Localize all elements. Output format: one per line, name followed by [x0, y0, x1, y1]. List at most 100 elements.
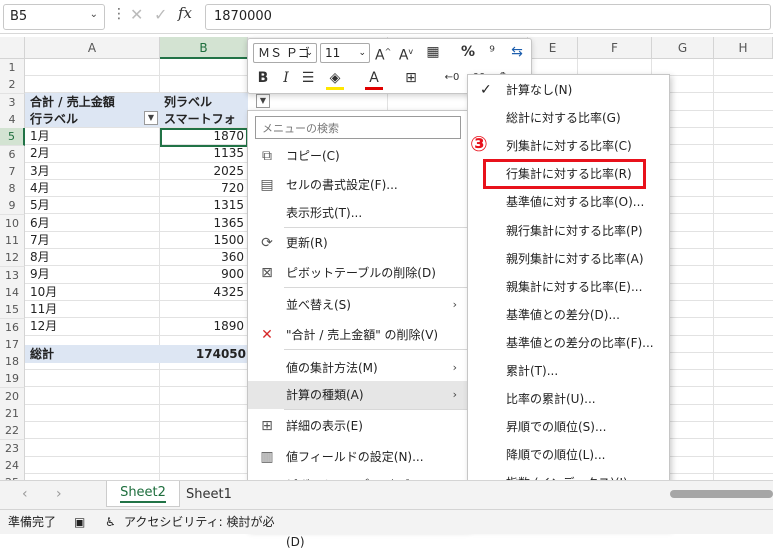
- submenu-item[interactable]: 親行集計に対する比率(P): [468, 217, 669, 245]
- accessibility-icon[interactable]: ♿: [105, 510, 116, 534]
- decrease-font-icon[interactable]: Av: [398, 43, 414, 65]
- sheet-tab-active[interactable]: Sheet2: [106, 481, 180, 507]
- name-box[interactable]: B5 ⌄: [3, 4, 105, 30]
- column-header-a[interactable]: A: [25, 37, 160, 59]
- pivot-col-label[interactable]: 列ラベル: [164, 93, 248, 111]
- formula-input[interactable]: 1870000: [205, 4, 771, 30]
- fill-color-icon[interactable]: ◈: [326, 69, 344, 90]
- submenu-item[interactable]: ✓ 計算なし(N): [468, 76, 669, 104]
- row-header[interactable]: 6: [0, 146, 25, 164]
- row-header[interactable]: 5: [0, 128, 25, 146]
- chevron-down-icon[interactable]: ⌄: [90, 9, 98, 20]
- insert-function-icon[interactable]: fx: [178, 4, 192, 22]
- row-header[interactable]: 19: [0, 370, 25, 388]
- select-all-corner[interactable]: [0, 37, 25, 59]
- row-header[interactable]: 20: [0, 388, 25, 406]
- pivot-row-label-cell[interactable]: 8月: [30, 248, 140, 266]
- italic-button[interactable]: I: [278, 69, 294, 87]
- row-header[interactable]: 24: [0, 457, 25, 475]
- cancel-icon[interactable]: ✕: [130, 5, 143, 24]
- pivot-value-cell[interactable]: 4325: [160, 283, 246, 301]
- pivot-row-label-cell[interactable]: 1月: [30, 127, 140, 145]
- pivot-row-label-cell[interactable]: 12月: [30, 317, 140, 335]
- pivot-value-cell[interactable]: 720: [160, 179, 246, 197]
- submenu-item[interactable]: 昇順での順位(S)...: [468, 413, 669, 441]
- horizontal-scrollbar[interactable]: [670, 490, 773, 498]
- context-menu-item[interactable]: ✕ "合計 / 売上金額" の削除(V): [248, 321, 467, 349]
- column-header-f[interactable]: F: [578, 37, 652, 59]
- submenu-item[interactable]: 基準値に対する比率(O)...: [468, 188, 669, 216]
- pivot-total-label[interactable]: 総計: [30, 345, 140, 363]
- column-header-g[interactable]: G: [652, 37, 714, 59]
- row-header[interactable]: 23: [0, 440, 25, 458]
- row-header[interactable]: 14: [0, 284, 25, 302]
- context-menu-item[interactable]: ⧉ コピー(C): [248, 142, 467, 170]
- column-header-b[interactable]: B: [160, 37, 248, 59]
- filter-dropdown-icon[interactable]: ▼: [256, 94, 270, 108]
- row-header[interactable]: 3: [0, 94, 25, 112]
- context-menu-item[interactable]: 並べ替え(S) ›: [248, 291, 467, 319]
- context-menu-item[interactable]: 表示形式(T)...: [248, 199, 467, 227]
- pivot-title[interactable]: 合計 / 売上金額: [30, 93, 160, 111]
- row-header[interactable]: 16: [0, 319, 25, 337]
- row-header[interactable]: 22: [0, 422, 25, 440]
- column-header-e[interactable]: E: [528, 37, 578, 59]
- pivot-total-value[interactable]: 174050: [160, 345, 248, 363]
- pivot-value-cell[interactable]: 900: [160, 265, 246, 283]
- pivot-row-label-cell[interactable]: 9月: [30, 265, 140, 283]
- comma-style-icon[interactable]: ⁹: [484, 43, 500, 61]
- bold-button[interactable]: B: [255, 69, 271, 87]
- chevron-right-icon[interactable]: ›: [56, 486, 62, 502]
- row-header[interactable]: 18: [0, 353, 25, 371]
- pivot-row-label-cell[interactable]: 11月: [30, 300, 140, 318]
- wrap-text-icon[interactable]: ⇆: [508, 43, 526, 61]
- submenu-item[interactable]: 総計に対する比率(G): [468, 104, 669, 132]
- number-format-icon[interactable]: ▦: [421, 43, 445, 61]
- row-header[interactable]: 1: [0, 59, 25, 77]
- pivot-row-label-cell[interactable]: 6月: [30, 214, 140, 232]
- chevron-left-icon[interactable]: ‹: [22, 486, 28, 502]
- pivot-col-item[interactable]: スマートフォ: [164, 110, 248, 128]
- pivot-row-label-cell[interactable]: 5月: [30, 196, 140, 214]
- submenu-item[interactable]: 累計(T)...: [468, 357, 669, 385]
- row-header[interactable]: 9: [0, 197, 25, 215]
- align-center-icon[interactable]: ☰: [300, 69, 316, 87]
- context-menu-item[interactable]: 計算の種類(A) ›: [248, 381, 467, 409]
- row-header[interactable]: 21: [0, 405, 25, 423]
- menu-search-input[interactable]: メニューの検索: [255, 116, 461, 139]
- row-header[interactable]: 7: [0, 163, 25, 181]
- row-header[interactable]: 10: [0, 215, 25, 233]
- font-color-icon[interactable]: A: [365, 69, 383, 90]
- pivot-row-label-cell[interactable]: 10月: [30, 283, 140, 301]
- submenu-item[interactable]: 親列集計に対する比率(A): [468, 245, 669, 273]
- context-menu-item[interactable]: ▤ セルの書式設定(F)...: [248, 171, 467, 199]
- borders-icon[interactable]: ⊞: [402, 69, 420, 87]
- increase-decimal-icon[interactable]: ←0: [443, 69, 461, 87]
- submenu-item[interactable]: 基準値との差分(D)...: [468, 301, 669, 329]
- row-header[interactable]: 13: [0, 267, 25, 285]
- increase-font-icon[interactable]: A^: [375, 43, 391, 65]
- submenu-item[interactable]: 比率の累計(U)...: [468, 385, 669, 413]
- row-header[interactable]: 2: [0, 76, 25, 94]
- font-name-box[interactable]: ＭＳ Ｐゴ ⌄: [253, 43, 317, 63]
- context-menu-item[interactable]: 値の集計方法(M) ›: [248, 354, 467, 382]
- pivot-value-cell[interactable]: 1500: [160, 231, 246, 249]
- row-header[interactable]: 15: [0, 301, 25, 319]
- submenu-item[interactable]: 親集計に対する比率(E)...: [468, 273, 669, 301]
- row-header[interactable]: 4: [0, 111, 25, 129]
- column-header-h[interactable]: H: [714, 37, 773, 59]
- context-menu-item[interactable]: ⟳ 更新(R): [248, 229, 467, 257]
- pivot-value-cell[interactable]: 1315: [160, 196, 246, 214]
- pivot-row-label-cell[interactable]: 2月: [30, 144, 140, 162]
- row-header[interactable]: 8: [0, 180, 25, 198]
- context-menu-item[interactable]: ▥ 値フィールドの設定(N)...: [248, 443, 467, 471]
- context-menu-item[interactable]: ⊞ 詳細の表示(E): [248, 412, 467, 440]
- pivot-row-label-cell[interactable]: 7月: [30, 231, 140, 249]
- row-header[interactable]: 11: [0, 232, 25, 250]
- pivot-row-label-cell[interactable]: 4月: [30, 179, 140, 197]
- filter-dropdown-icon[interactable]: ▼: [144, 111, 158, 125]
- pivot-value-cell[interactable]: 2025: [160, 162, 246, 180]
- sheet-tab[interactable]: Sheet1: [186, 483, 246, 507]
- row-header[interactable]: 12: [0, 249, 25, 267]
- pivot-value-cell[interactable]: [160, 300, 246, 318]
